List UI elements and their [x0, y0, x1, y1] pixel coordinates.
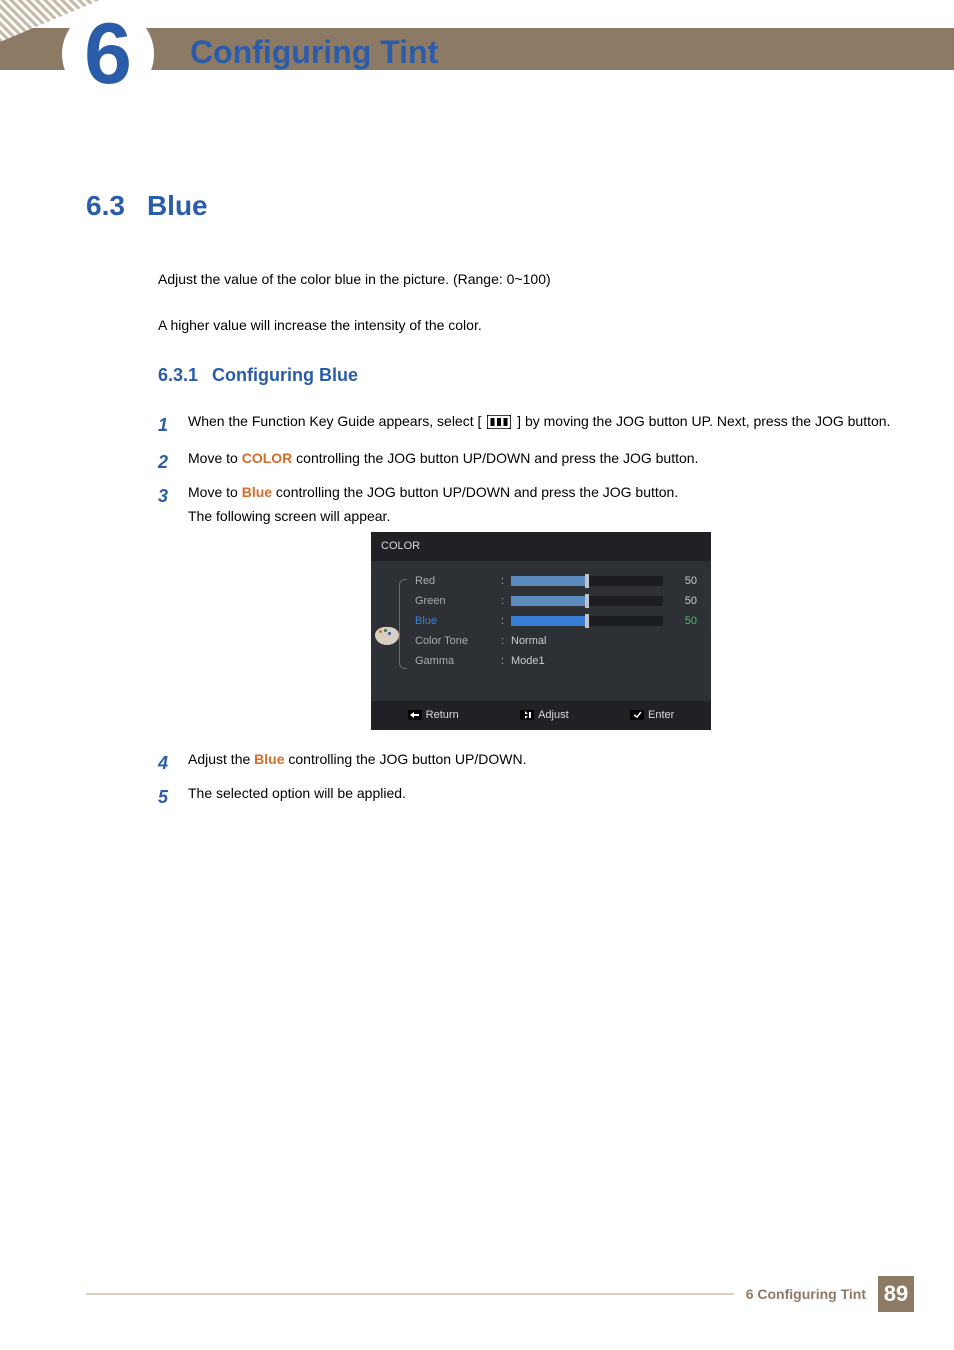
subsection-heading: 6.3.1 Configuring Blue	[158, 365, 894, 386]
section-body: Adjust the value of the color blue in th…	[158, 270, 894, 805]
step-2-text-b: controlling the JOG button UP/DOWN and p…	[292, 450, 698, 466]
palette-icon	[375, 627, 399, 645]
adjust-icon	[520, 710, 534, 720]
return-icon	[408, 710, 422, 720]
step-1: When the Function Key Guide appears, sel…	[158, 410, 894, 437]
footer-label: 6 Configuring Tint	[746, 1286, 866, 1302]
osd-screenshot: COLOR Red:50Green:50Blue:50Color Tone:No…	[371, 532, 711, 729]
chapter-number: 6	[84, 11, 132, 97]
osd-adjust-label: Adjust	[538, 706, 569, 725]
subsection-title: Configuring Blue	[212, 365, 358, 386]
osd-enter: Enter	[630, 706, 674, 725]
menu-icon	[487, 413, 511, 437]
menu-icon-bracket-close: ]	[517, 413, 521, 429]
osd-body: Red:50Green:50Blue:50Color Tone:NormalGa…	[371, 561, 711, 701]
osd-slider	[511, 596, 663, 606]
step-4-keyword: Blue	[254, 751, 284, 767]
osd-row-colon: :	[501, 632, 511, 651]
step-2-text-a: Move to	[188, 450, 242, 466]
intro-paragraph-2: A higher value will increase the intensi…	[158, 316, 894, 336]
subsection-number: 6.3.1	[158, 365, 198, 386]
osd-row-value: 50	[671, 592, 697, 611]
osd-slider-fill	[511, 596, 587, 606]
osd-row: Color Tone:Normal	[415, 631, 697, 651]
steps-list: When the Function Key Guide appears, sel…	[158, 410, 894, 805]
section-number: 6.3	[86, 190, 125, 222]
osd-row: Green: 50	[415, 591, 697, 611]
page-footer: 6 Configuring Tint 89	[86, 1276, 914, 1312]
osd-row-label: Color Tone	[415, 632, 501, 651]
osd-row-label: Red	[415, 572, 501, 591]
osd-row-label: Gamma	[415, 652, 501, 671]
section-heading: 6.3 Blue	[86, 190, 894, 222]
osd-row-value: 50	[671, 572, 697, 591]
osd-title: COLOR	[371, 532, 711, 561]
osd-slider-fill	[511, 616, 587, 626]
page-content: 6.3 Blue Adjust the value of the color b…	[86, 190, 894, 815]
osd-slider-thumb	[585, 594, 589, 608]
osd-return: Return	[408, 706, 459, 725]
osd-slider-fill	[511, 576, 587, 586]
step-2: Move to COLOR controlling the JOG button…	[158, 447, 894, 471]
osd-row-label: Green	[415, 592, 501, 611]
step-2-keyword: COLOR	[242, 450, 293, 466]
osd-row-colon: :	[501, 572, 511, 591]
osd-rows: Red:50Green:50Blue:50Color Tone:NormalGa…	[415, 571, 697, 681]
osd-footer: Return Adjust Enter	[371, 701, 711, 730]
step-1-text-b: by moving the JOG button UP. Next, press…	[525, 413, 890, 429]
osd-row-text: Mode1	[511, 652, 545, 671]
enter-icon	[630, 710, 644, 720]
osd-row-colon: :	[501, 592, 511, 611]
osd-row-text: Normal	[511, 632, 546, 651]
osd-row-colon: :	[501, 652, 511, 671]
osd-slider	[511, 576, 663, 586]
osd-return-label: Return	[426, 706, 459, 725]
step-1-text-a: When the Function Key Guide appears, sel…	[188, 413, 478, 429]
osd-icon-column	[381, 571, 409, 681]
osd-row-value: 50	[671, 612, 697, 631]
step-4-text-a: Adjust the	[188, 751, 254, 767]
intro-paragraph-1: Adjust the value of the color blue in th…	[158, 270, 894, 290]
section-title: Blue	[147, 190, 208, 222]
osd-enter-label: Enter	[648, 706, 674, 725]
osd-bracket	[399, 579, 407, 669]
osd-row: Red: 50	[415, 571, 697, 591]
osd-row-label: Blue	[415, 612, 501, 631]
footer-rule	[86, 1293, 734, 1295]
step-3-text-c: The following screen will appear.	[188, 508, 390, 524]
step-3-text-b: controlling the JOG button UP/DOWN and p…	[272, 484, 678, 500]
chapter-title: Configuring Tint	[190, 34, 438, 71]
osd-slider	[511, 616, 663, 626]
osd-row-colon: :	[501, 612, 511, 631]
osd-row: Blue: 50	[415, 611, 697, 631]
step-5: The selected option will be applied.	[158, 782, 894, 806]
step-4: Adjust the Blue controlling the JOG butt…	[158, 748, 894, 772]
osd-adjust: Adjust	[520, 706, 569, 725]
step-4-text-b: controlling the JOG button UP/DOWN.	[285, 751, 527, 767]
step-3: Move to Blue controlling the JOG button …	[158, 481, 894, 730]
osd-row: Gamma:Mode1	[415, 651, 697, 671]
page-number: 89	[878, 1276, 914, 1312]
menu-icon-bracket: [	[478, 413, 482, 429]
chapter-number-badge: 6	[62, 8, 154, 100]
osd-slider-thumb	[585, 574, 589, 588]
step-5-text: The selected option will be applied.	[188, 785, 406, 801]
step-3-text-a: Move to	[188, 484, 242, 500]
osd-slider-thumb	[585, 614, 589, 628]
step-3-keyword: Blue	[242, 484, 272, 500]
